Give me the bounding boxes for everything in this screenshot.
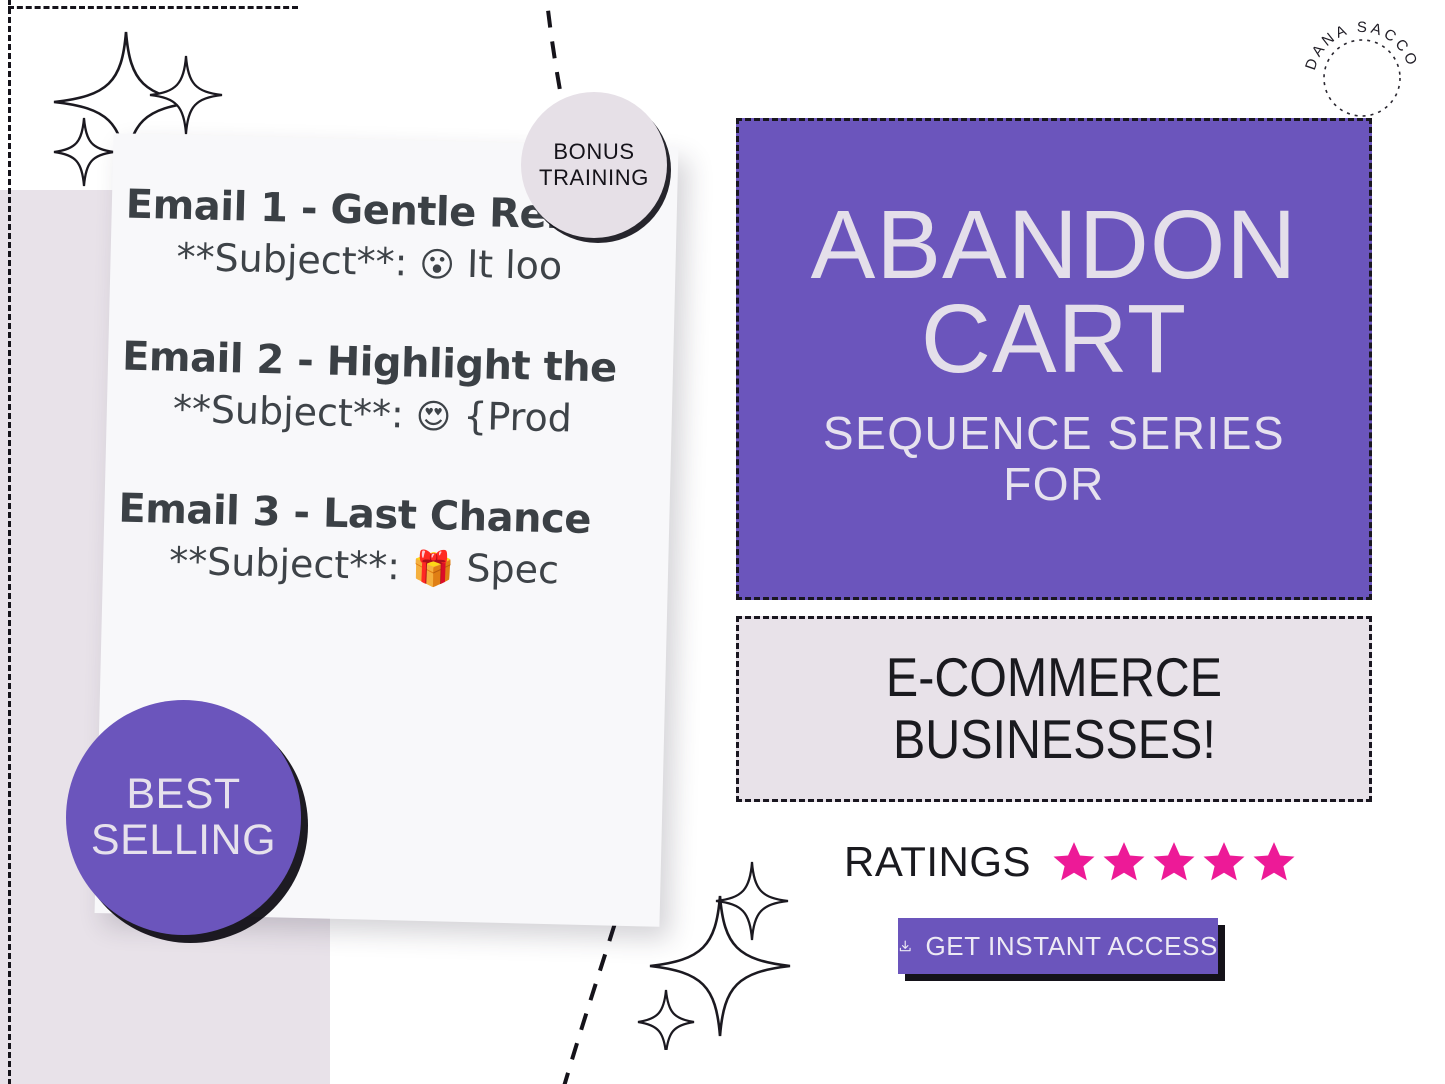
star-icon: [1203, 842, 1245, 881]
smiling-face-with-heart-eyes-emoji: 😍: [415, 396, 452, 438]
hero-title-line1: ABANDON: [810, 190, 1298, 300]
top-dashed-frame-edge: [8, 6, 298, 9]
star-icon: [1253, 842, 1295, 881]
hero-subtitle-line1: SEQUENCE SERIES: [822, 407, 1286, 460]
email-preview-block: Email 3 - Last Chance **Subject**: 🎁 Spe…: [117, 485, 679, 600]
best-selling-badge: BEST SELLING: [66, 700, 301, 935]
best-selling-badge-line2: SELLING: [90, 815, 277, 864]
wrapped-gift-emoji: 🎁: [411, 548, 455, 590]
ratings-row: RATINGS: [844, 838, 1297, 886]
email-subject-text: Spec: [465, 545, 560, 593]
email-preview-block: Email 2 - Highlight the **Subject**: 😍 {…: [120, 333, 678, 448]
email-subject-label: **Subject**:: [172, 386, 405, 437]
face-with-open-mouth-emoji: 😮: [418, 244, 456, 286]
star-icon: [1153, 842, 1195, 881]
download-icon: [899, 940, 911, 951]
email-subject-label: **Subject**:: [168, 538, 401, 589]
audience-panel: E-COMMERCE BUSINESSES!: [736, 616, 1372, 802]
audience-line2: BUSINESSES!: [892, 708, 1216, 770]
bonus-training-badge-line1: BONUS: [553, 139, 635, 165]
left-dashed-frame-edge: [8, 0, 11, 1084]
hero-title: ABANDON CART: [811, 196, 1298, 394]
email-subject-line: **Subject**: 😮 It loo: [176, 235, 678, 296]
hero-title-line2: CART: [920, 284, 1188, 394]
email-subject-text: {Prod: [462, 393, 573, 441]
email-subject-line: **Subject**: 😍 {Prod: [172, 387, 678, 448]
get-instant-access-label: GET INSTANT ACCESS: [925, 930, 1218, 961]
star-icon: [1053, 842, 1095, 881]
best-selling-badge-line1: BEST: [126, 769, 241, 818]
hero-subtitle: SEQUENCE SERIES FOR: [823, 408, 1285, 509]
right-column: ABANDON CART SEQUENCE SERIES FOR E-COMME…: [736, 0, 1396, 1084]
hero-subtitle-line2: FOR: [1003, 458, 1105, 511]
ratings-label: RATINGS: [844, 838, 1032, 885]
email-subject-line: **Subject**: 🎁 Spec: [169, 539, 679, 600]
email-subject-label: **Subject**:: [176, 234, 408, 285]
product-listing-graphic: DANA SACCO Email 1 - Gentle Remi **Subje…: [0, 0, 1445, 1084]
audience-line1: E-COMMERCE: [885, 646, 1223, 709]
get-instant-access-button[interactable]: GET INSTANT ACCESS: [898, 918, 1218, 974]
bonus-training-badge: BONUS TRAINING: [521, 92, 667, 238]
bonus-training-badge-line2: TRAINING: [539, 165, 649, 190]
hero-title-panel: ABANDON CART SEQUENCE SERIES FOR: [736, 118, 1372, 600]
rating-stars: [1051, 839, 1297, 885]
star-icon: [1103, 842, 1145, 881]
email-subject-text: It loo: [466, 241, 563, 289]
